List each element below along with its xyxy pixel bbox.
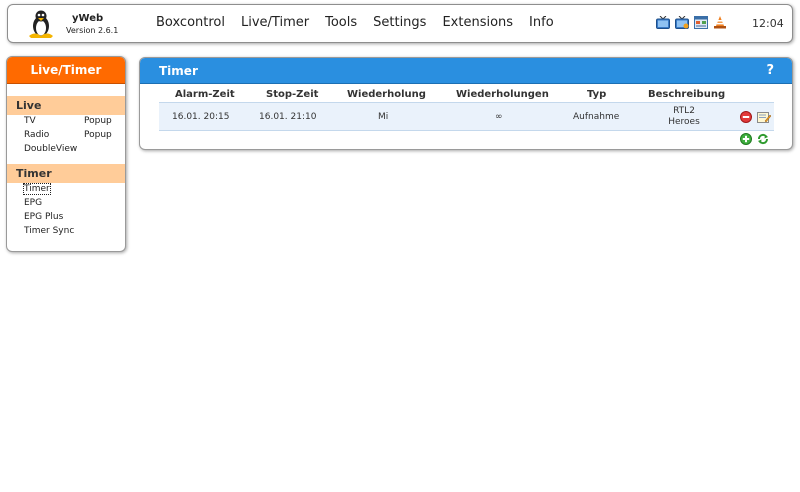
sidebar-section-live: Live xyxy=(7,96,125,115)
sidebar-row-timer-sync: Timer Sync xyxy=(7,225,125,239)
cell-repeats: ∞ xyxy=(495,112,503,122)
col-stop-zeit: Stop-Zeit xyxy=(266,89,319,100)
nav-boxcontrol[interactable]: Boxcontrol xyxy=(156,15,225,30)
top-header: yWeb Version 2.6.1 Boxcontrol Live/Timer… xyxy=(7,4,793,43)
col-wiederholung: Wiederholung xyxy=(347,89,426,100)
brand-name: yWeb xyxy=(72,13,104,24)
refresh-icon[interactable] xyxy=(757,133,769,145)
main-nav: Boxcontrol Live/Timer Tools Settings Ext… xyxy=(156,15,570,30)
sidebar-row-radio: Radio Popup xyxy=(7,129,125,143)
cell-desc-channel: RTL2 xyxy=(673,106,695,116)
col-typ: Typ xyxy=(587,89,607,100)
cell-type: Aufnahme xyxy=(573,112,620,122)
table-row[interactable]: 16.01. 20:15 16.01. 21:10 Mi ∞ Aufnahme … xyxy=(159,102,774,131)
brand-version: Version 2.6.1 xyxy=(66,26,119,35)
add-icon[interactable] xyxy=(740,133,752,145)
panel-title: Timer xyxy=(159,64,198,78)
help-button[interactable]: ? xyxy=(766,58,774,84)
quick-icons xyxy=(656,16,732,29)
sidebar-item-radio[interactable]: Radio xyxy=(24,130,49,140)
nav-settings[interactable]: Settings xyxy=(373,15,426,30)
sidebar-section-timer: Timer xyxy=(7,164,125,183)
nav-live-timer[interactable]: Live/Timer xyxy=(241,15,309,30)
table-header: Alarm-Zeit Stop-Zeit Wiederholung Wieder… xyxy=(159,88,774,102)
edit-icon[interactable] xyxy=(757,111,771,124)
sidebar-row-epg-plus: EPG Plus xyxy=(7,211,125,225)
row-actions xyxy=(740,111,776,124)
sidebar: Live/Timer Live TV Popup Radio Popup Dou… xyxy=(6,56,126,252)
delete-icon[interactable] xyxy=(740,111,752,123)
cell-alarm: 16.01. 20:15 xyxy=(172,112,230,122)
sidebar-item-tv-popup[interactable]: Popup xyxy=(84,116,112,126)
panel-header: Timer ? xyxy=(140,58,792,84)
sidebar-item-timer-sync[interactable]: Timer Sync xyxy=(24,226,74,236)
tv-icon[interactable] xyxy=(656,16,670,29)
timer-panel: Timer ? Alarm-Zeit Stop-Zeit Wiederholun… xyxy=(139,57,793,150)
sidebar-item-tv[interactable]: TV xyxy=(24,116,36,126)
sidebar-row-tv: TV Popup xyxy=(7,115,125,129)
radio-tv-icon[interactable] xyxy=(675,16,689,29)
cell-repeat: Mi xyxy=(378,112,389,122)
table-footer-actions xyxy=(740,133,774,145)
cone-icon[interactable] xyxy=(713,16,727,29)
sidebar-row-timer: Timer xyxy=(7,183,125,197)
col-alarm-zeit: Alarm-Zeit xyxy=(175,89,235,100)
tux-logo-icon xyxy=(29,10,53,38)
sidebar-item-doubleview[interactable]: DoubleView xyxy=(24,144,77,154)
sidebar-item-radio-popup[interactable]: Popup xyxy=(84,130,112,140)
sidebar-title: Live/Timer xyxy=(7,57,125,84)
col-wiederholungen: Wiederholungen xyxy=(456,89,549,100)
nav-info[interactable]: Info xyxy=(529,15,554,30)
col-beschreibung: Beschreibung xyxy=(648,89,726,100)
clock: 12:04 xyxy=(752,17,784,30)
sidebar-row-epg: EPG xyxy=(7,197,125,211)
window-icon[interactable] xyxy=(694,16,708,29)
sidebar-row-doubleview: DoubleView xyxy=(7,143,125,157)
cell-description: RTL2 Heroes xyxy=(664,106,704,128)
cell-stop: 16.01. 21:10 xyxy=(259,112,317,122)
sidebar-item-epg-plus[interactable]: EPG Plus xyxy=(24,212,63,222)
sidebar-item-timer[interactable]: Timer xyxy=(23,183,51,195)
sidebar-item-epg[interactable]: EPG xyxy=(24,198,42,208)
nav-extensions[interactable]: Extensions xyxy=(442,15,513,30)
nav-tools[interactable]: Tools xyxy=(325,15,357,30)
cell-desc-title: Heroes xyxy=(668,117,700,127)
